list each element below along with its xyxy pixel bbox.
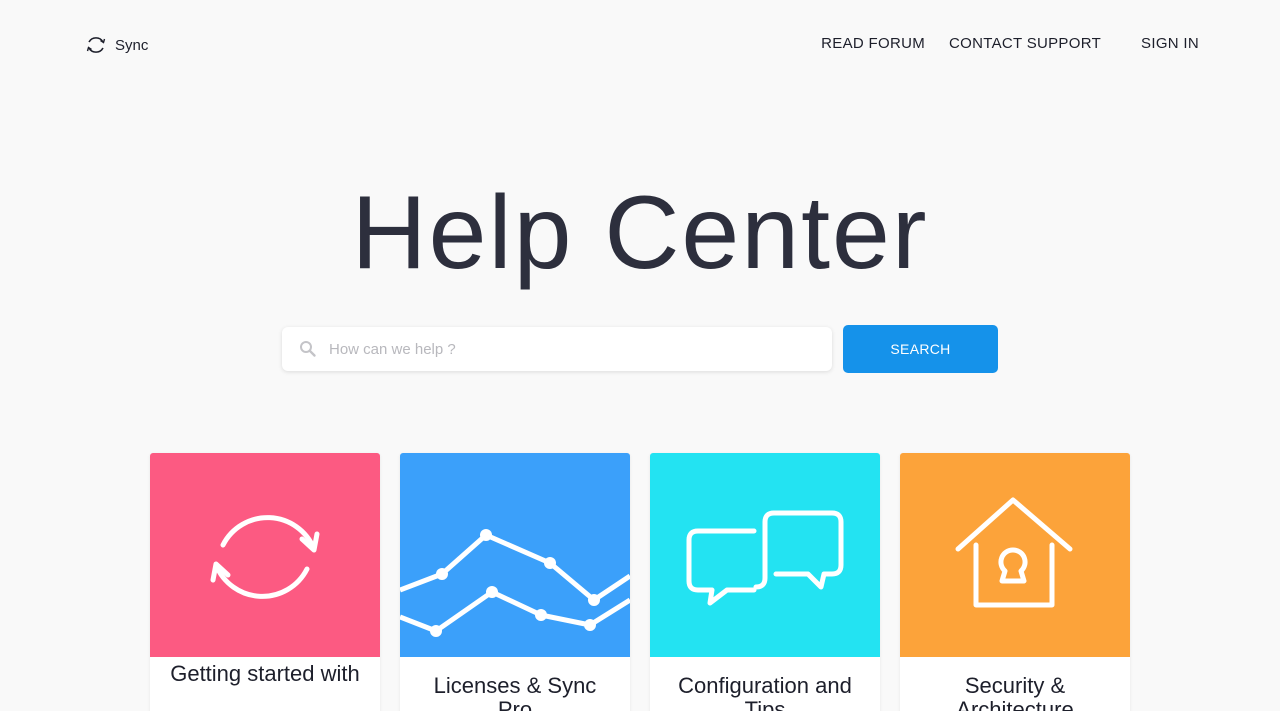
read-forum-link[interactable]: READ FORUM xyxy=(821,35,925,52)
category-label: Licenses & Sync Pro xyxy=(433,673,597,711)
search-button[interactable]: SEARCH xyxy=(843,325,998,373)
top-nav: READ FORUM CONTACT SUPPORT SIGN IN xyxy=(821,35,1199,52)
sync-arrows-icon xyxy=(210,515,320,599)
line-chart-icon xyxy=(400,529,630,637)
house-lock-icon xyxy=(955,497,1073,608)
category-thumb xyxy=(400,453,630,657)
category-card-security[interactable]: Security & Architecture xyxy=(900,453,1130,711)
category-thumb xyxy=(650,453,880,657)
search-box xyxy=(282,327,832,371)
category-label: Security & Architecture xyxy=(956,673,1074,711)
help-center-page: Sync READ FORUM CONTACT SUPPORT SIGN IN … xyxy=(0,0,1280,711)
chat-bubbles-icon xyxy=(686,510,844,606)
category-card-licenses[interactable]: Licenses & Sync Pro xyxy=(400,453,630,711)
category-thumb xyxy=(150,453,380,657)
logo-link[interactable]: Sync xyxy=(85,34,148,56)
contact-support-link[interactable]: CONTACT SUPPORT xyxy=(949,35,1101,52)
category-thumb xyxy=(900,453,1130,657)
logo-label: Sync xyxy=(115,36,149,54)
category-label: Configuration and Tips xyxy=(678,673,852,711)
page-title: Help Center xyxy=(351,175,929,291)
search-input[interactable] xyxy=(329,340,789,358)
search-icon xyxy=(300,341,316,357)
category-card-getting-started[interactable]: Getting started with xyxy=(150,453,380,711)
sync-logo-icon xyxy=(86,37,106,53)
category-label: Getting started with xyxy=(170,661,360,686)
sign-in-link[interactable]: SIGN IN xyxy=(1141,35,1199,52)
category-card-configuration[interactable]: Configuration and Tips xyxy=(650,453,880,711)
